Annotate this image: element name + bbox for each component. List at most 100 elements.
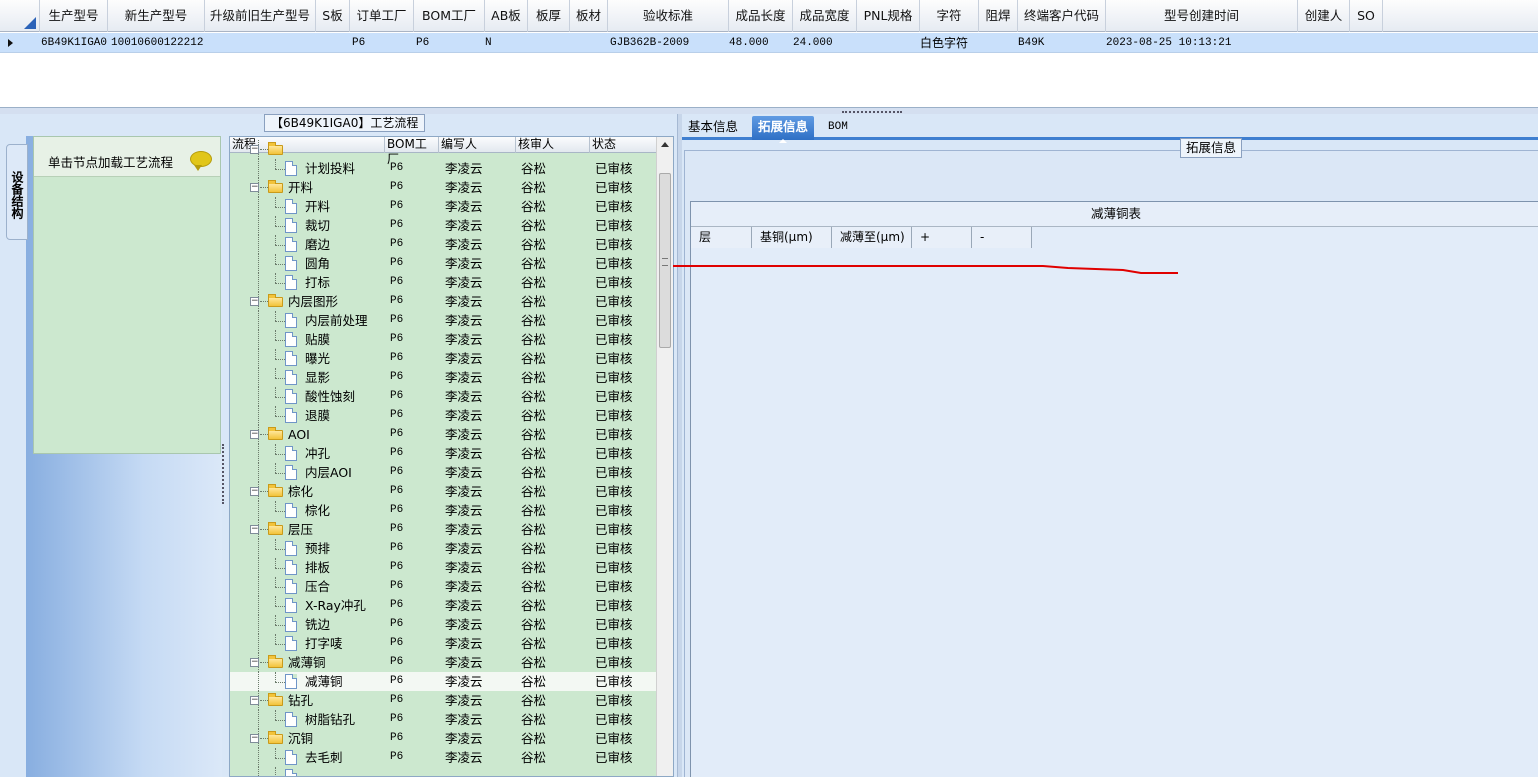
tree-row[interactable]: 冲孔 P6 李凌云 谷松 已审核 [230, 444, 657, 463]
column-header[interactable]: SO [1350, 0, 1383, 32]
tree-row[interactable]: 压合 P6 李凌云 谷松 已审核 [230, 577, 657, 596]
group-title: 拓展信息 [1180, 138, 1243, 158]
tab-basic-info[interactable]: 基本信息 [682, 116, 744, 140]
column-header[interactable]: 创建人 [1298, 0, 1350, 32]
table-column-header[interactable]: 减薄至(μm) [832, 227, 912, 248]
tree-row[interactable]: − 层压 P6 李凌云 谷松 已审核 [230, 520, 657, 539]
tree-cell-reviewer: 谷松 [521, 598, 547, 613]
tree-row[interactable]: − AOI P6 李凌云 谷松 已审核 [230, 425, 657, 444]
tree-row[interactable]: 曝光 P6 李凌云 谷松 已审核 [230, 349, 657, 368]
column-header[interactable]: 生产型号 [40, 0, 108, 32]
collapse-icon[interactable]: − [250, 734, 259, 743]
tree-row[interactable]: 内层AOI P6 李凌云 谷松 已审核 [230, 463, 657, 482]
column-header[interactable]: S板 [316, 0, 350, 32]
tree-cell-writer: 李凌云 [445, 427, 483, 442]
collapse-icon[interactable]: − [250, 658, 259, 667]
process-tree: 流程 BOM工厂 编写人 核审人 状态 − 计划投料 P6 李凌云 谷松 已审核 − 开料 P6 李凌云谷… [229, 136, 674, 777]
tree-cell-bom: P6 [390, 181, 404, 193]
tab-extended-info[interactable]: 拓展信息 [752, 116, 815, 143]
tree-row[interactable]: 显影 P6 李凌云 谷松 已审核 [230, 368, 657, 387]
column-header[interactable]: BOM工厂 [414, 0, 485, 32]
tree-row[interactable]: 减薄铜 P6 李凌云 谷松 已审核 [230, 672, 657, 691]
table-column-header[interactable]: 基铜(μm) [752, 227, 832, 248]
column-header[interactable]: 订单工厂 [350, 0, 414, 32]
tree-row[interactable]: − 开料 P6 李凌云 谷松 已审核 [230, 178, 657, 197]
tree-row[interactable]: 计划投料 P6 李凌云 谷松 已审核 [230, 159, 657, 178]
tree-cell-status: 已审核 [595, 655, 633, 670]
scroll-up-icon[interactable] [661, 142, 669, 147]
collapse-icon[interactable]: − [250, 145, 259, 154]
tree-row[interactable]: 树脂钻孔 P6 李凌云 谷松 已审核 [230, 710, 657, 729]
collapse-icon[interactable]: − [250, 525, 259, 534]
tree-cell-status: 已审核 [595, 750, 633, 765]
tree-row[interactable]: 铣边 P6 李凌云 谷松 已审核 [230, 615, 657, 634]
tree-cell-status: 已审核 [595, 332, 633, 347]
column-header[interactable]: 新生产型号 [108, 0, 205, 32]
table-cell: 白色字符 [920, 36, 969, 50]
table-column-header[interactable]: + [912, 227, 972, 248]
tree-row[interactable] [230, 767, 657, 776]
tree-row[interactable]: 磨边 P6 李凌云 谷松 已审核 [230, 235, 657, 254]
tree-row[interactable]: − 棕化 P6 李凌云 谷松 已审核 [230, 482, 657, 501]
tree-cell-reviewer: 谷松 [521, 522, 547, 537]
column-header[interactable]: 板材 [570, 0, 608, 32]
column-header[interactable]: PNL规格 [857, 0, 920, 32]
column-header[interactable]: 成品长度 [729, 0, 793, 32]
tree-cell-bom: P6 [390, 295, 404, 307]
tree-row[interactable]: 贴膜 P6 李凌云 谷松 已审核 [230, 330, 657, 349]
tree-row[interactable]: − 沉铜 P6 李凌云 谷松 已审核 [230, 729, 657, 748]
tree-row[interactable]: 去毛刺 P6 李凌云 谷松 已审核 [230, 748, 657, 767]
tree-row[interactable]: 酸性蚀刻 P6 李凌云 谷松 已审核 [230, 387, 657, 406]
annotation-red-line [673, 265, 1178, 274]
tree-row[interactable]: − 内层图形 P6 李凌云 谷松 已审核 [230, 292, 657, 311]
tree-row[interactable]: 开料 P6 李凌云 谷松 已审核 [230, 197, 657, 216]
row-pointer-icon [8, 39, 13, 47]
collapse-icon[interactable]: − [250, 487, 259, 496]
collapse-icon[interactable]: − [250, 183, 259, 192]
column-header[interactable]: 型号创建时间 [1106, 0, 1298, 32]
tab-equipment-structure[interactable]: 设备结构 [6, 144, 28, 240]
grid-corner[interactable] [0, 0, 40, 32]
collapse-icon[interactable]: − [250, 297, 259, 306]
column-header[interactable]: 成品宽度 [793, 0, 857, 32]
column-header[interactable]: 字符 [920, 0, 979, 32]
tree-row[interactable]: 排板 P6 李凌云 谷松 已审核 [230, 558, 657, 577]
column-header[interactable]: 升级前旧生产型号 [205, 0, 316, 32]
tree-row[interactable]: 打标 P6 李凌云 谷松 已审核 [230, 273, 657, 292]
tree-cell-reviewer: 谷松 [521, 655, 547, 670]
table-column-header[interactable]: 层 [691, 227, 752, 248]
tree-row[interactable]: X-Ray冲孔 P6 李凌云 谷松 已审核 [230, 596, 657, 615]
table-row[interactable]: 6B49K1IGA0 10010600122212 P6 P6 N GJB362B-200… [0, 33, 1538, 53]
column-header[interactable]: 验收标准 [608, 0, 729, 32]
tree-row[interactable]: − [230, 140, 657, 159]
column-header[interactable]: 板厚 [528, 0, 570, 32]
panel-splitter[interactable] [222, 444, 227, 504]
tree-row[interactable]: − 减薄铜 P6 李凌云 谷松 已审核 [230, 653, 657, 672]
tree-cell-writer: 李凌云 [445, 332, 483, 347]
tree-cell-writer: 李凌云 [445, 446, 483, 461]
tree-row[interactable]: − 钻孔 P6 李凌云 谷松 已审核 [230, 691, 657, 710]
column-header[interactable]: 终端客户代码 [1018, 0, 1106, 32]
tree-cell-writer: 李凌云 [445, 750, 483, 765]
tree-cell-status: 已审核 [595, 465, 633, 480]
speech-bubble-icon[interactable] [190, 151, 212, 171]
tree-row[interactable]: 圆角 P6 李凌云 谷松 已审核 [230, 254, 657, 273]
tree-cell-reviewer: 谷松 [521, 427, 547, 442]
collapse-icon[interactable]: − [250, 430, 259, 439]
tree-scrollbar[interactable] [656, 137, 673, 776]
tree-cell-status: 已审核 [595, 199, 633, 214]
tree-row[interactable]: 预排 P6 李凌云 谷松 已审核 [230, 539, 657, 558]
tree-row[interactable]: 棕化 P6 李凌云 谷松 已审核 [230, 501, 657, 520]
column-header[interactable]: AB板 [485, 0, 528, 32]
column-header[interactable]: 阻焊 [979, 0, 1018, 32]
tree-row[interactable]: 退膜 P6 李凌云 谷松 已审核 [230, 406, 657, 425]
tree-row[interactable]: 内层前处理 P6 李凌云 谷松 已审核 [230, 311, 657, 330]
tree-cell-reviewer: 谷松 [521, 731, 547, 746]
tree-row[interactable]: 打字唛 P6 李凌云 谷松 已审核 [230, 634, 657, 653]
tab-bom[interactable]: BOM [822, 116, 854, 140]
table-column-header[interactable]: - [972, 227, 1032, 248]
tree-row[interactable]: 裁切 P6 李凌云 谷松 已审核 [230, 216, 657, 235]
collapse-icon[interactable]: − [250, 696, 259, 705]
scroll-thumb[interactable] [659, 173, 671, 348]
tree-cell-writer: 李凌云 [445, 370, 483, 385]
